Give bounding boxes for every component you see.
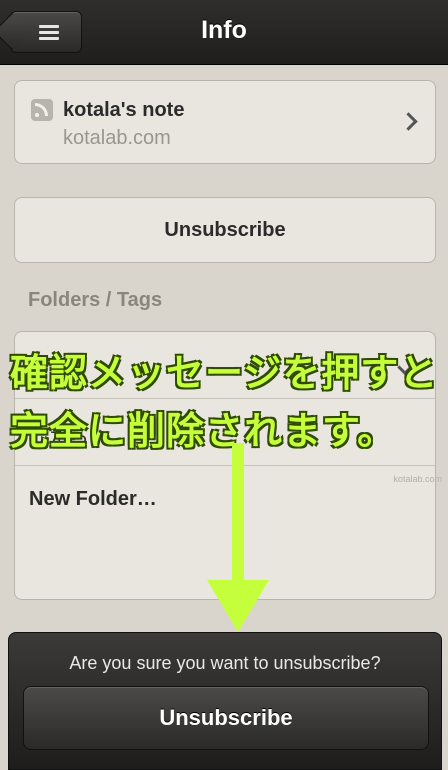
action-sheet: Are you sure you want to unsubscribe? Un… xyxy=(8,632,442,770)
page-title: Info xyxy=(201,16,247,44)
unsubscribe-label: Unsubscribe xyxy=(164,219,286,241)
feed-name: kotala's note xyxy=(63,99,185,121)
confirm-unsubscribe-label: Unsubscribe xyxy=(159,705,293,730)
new-folder-label: New Folder… xyxy=(29,488,157,510)
annotation-line-2: 完全に削除されます。 xyxy=(10,411,397,453)
annotation-arrow-shaft xyxy=(232,443,244,581)
folders-section-label: Folders / Tags xyxy=(28,289,163,311)
new-folder-row[interactable]: New Folder… xyxy=(15,466,435,532)
watermark: kotalab.com xyxy=(393,474,442,484)
feed-cell[interactable]: kotala's note kotalab.com xyxy=(14,80,436,164)
unsubscribe-button[interactable]: Unsubscribe xyxy=(14,197,436,263)
rss-icon xyxy=(31,99,53,121)
confirm-unsubscribe-button[interactable]: Unsubscribe xyxy=(23,686,429,750)
action-sheet-message: Are you sure you want to unsubscribe? xyxy=(69,653,381,673)
chevron-right-icon xyxy=(399,112,418,131)
feed-url: kotalab.com xyxy=(63,127,171,149)
annotation-arrow-down-icon xyxy=(207,580,269,632)
annotation-line-1: 確認メッセージを押すと xyxy=(10,353,439,395)
navigation-bar: Info xyxy=(0,0,448,65)
